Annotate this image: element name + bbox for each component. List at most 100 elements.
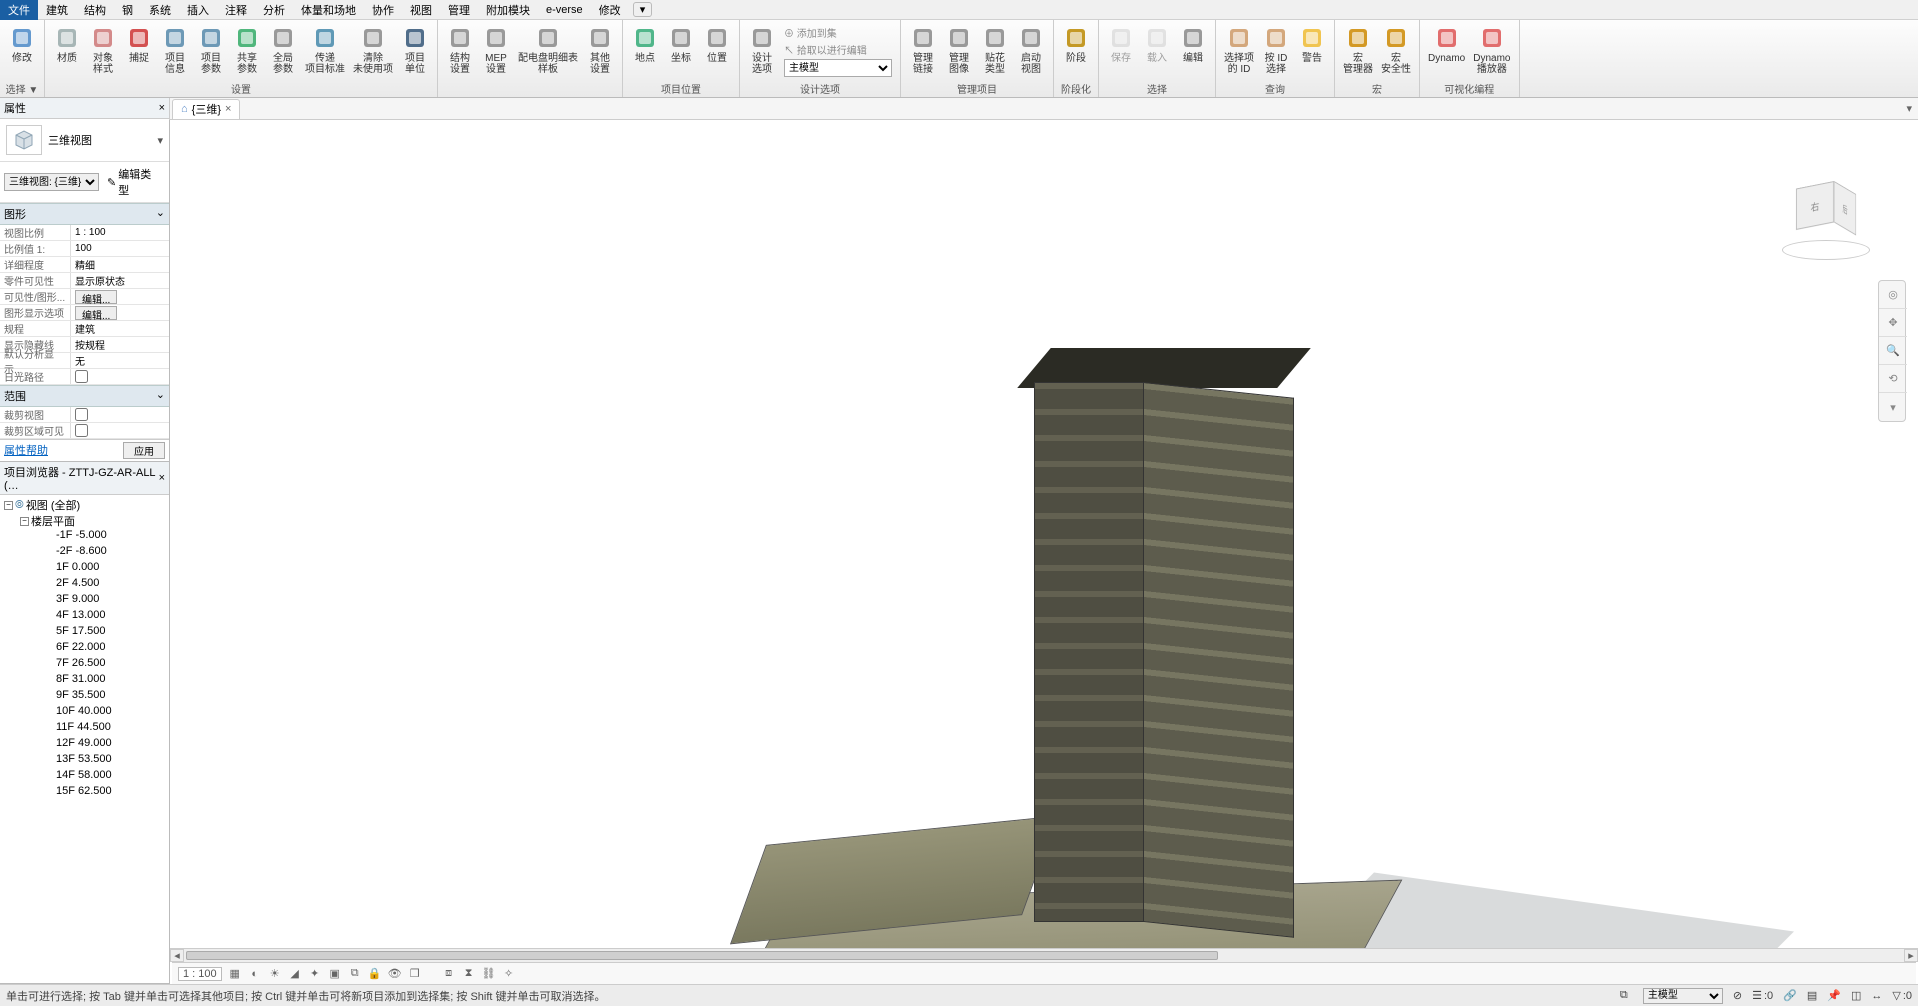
floor-plan-item[interactable]: 8F 31.000 xyxy=(20,673,165,689)
status-filter-link-icon[interactable]: 🔗 xyxy=(1783,989,1797,1002)
property-value[interactable]: 100 xyxy=(70,241,169,256)
menu-annotate[interactable]: 注释 xyxy=(217,0,255,20)
manage-links-button[interactable]: 管理链接 xyxy=(905,22,941,80)
edit-selection-button[interactable]: 编辑 xyxy=(1175,22,1211,80)
panel-schedule-button[interactable]: 配电盘明细表样板 xyxy=(514,22,582,95)
menu-addins[interactable]: 附加模块 xyxy=(478,0,538,20)
menu-everse[interactable]: e-verse xyxy=(538,2,591,18)
constraints-icon[interactable]: ⛓ xyxy=(482,967,496,981)
reveal-props-icon[interactable]: ✧ xyxy=(502,967,516,981)
property-value[interactable]: 编辑... xyxy=(70,289,169,304)
menu-view[interactable]: 视图 xyxy=(402,0,440,20)
menu-modify[interactable]: 修改 xyxy=(591,0,629,20)
ids-of-selection-button[interactable]: 选择项的 ID xyxy=(1220,22,1258,80)
view-tabs-overflow[interactable]: ▾ xyxy=(1900,102,1918,115)
property-value[interactable] xyxy=(70,423,169,438)
status-filter-drag-icon[interactable]: ↔ xyxy=(1871,990,1882,1002)
mep-settings-button[interactable]: MEP设置 xyxy=(478,22,514,95)
properties-apply-button[interactable]: 应用 xyxy=(123,442,165,459)
nav-pan-icon[interactable]: ✥ xyxy=(1879,309,1907,337)
floor-plan-item[interactable]: 4F 13.000 xyxy=(20,609,165,625)
design-options-button[interactable]: 设计选项 xyxy=(744,22,780,80)
section-graphics[interactable]: 图形⌄ xyxy=(0,203,169,225)
floor-plan-item[interactable]: 7F 26.500 xyxy=(20,657,165,673)
crop-region-icon[interactable]: ⧉ xyxy=(348,967,362,981)
status-exclude-icon[interactable]: ⊘ xyxy=(1733,989,1742,1002)
manage-images-button[interactable]: 管理图像 xyxy=(941,22,977,80)
menu-insert[interactable]: 插入 xyxy=(179,0,217,20)
property-edit-button[interactable]: 编辑... xyxy=(75,306,117,320)
tree-root-label[interactable]: 视图 (全部) xyxy=(26,497,80,513)
view-instance-select[interactable]: 三维视图: {三维} xyxy=(4,173,99,191)
view-tab-close[interactable]: × xyxy=(225,103,231,115)
worksharing-icon[interactable]: ⧈ xyxy=(442,967,456,981)
scroll-right-icon[interactable]: ▸ xyxy=(1904,949,1918,962)
menu-steel[interactable]: 钢 xyxy=(114,0,141,20)
project-params-button[interactable]: 项目参数 xyxy=(193,22,229,80)
visual-style-icon[interactable]: ◐ xyxy=(248,967,262,981)
nav-wheel-icon[interactable]: ◎ xyxy=(1879,281,1907,309)
sun-path-icon[interactable]: ☀ xyxy=(268,967,282,981)
menu-structure[interactable]: 结构 xyxy=(76,0,114,20)
rendering-icon[interactable]: ✦ xyxy=(308,967,322,981)
property-checkbox[interactable] xyxy=(75,424,88,437)
menu-architecture[interactable]: 建筑 xyxy=(38,0,76,20)
property-edit-button[interactable]: 编辑... xyxy=(75,290,117,304)
floor-plan-item[interactable]: 10F 40.000 xyxy=(20,705,165,721)
object-styles-button[interactable]: 对象样式 xyxy=(85,22,121,80)
type-dropdown-icon[interactable]: ▾ xyxy=(157,134,163,147)
viewcube-compass[interactable] xyxy=(1782,240,1870,260)
chevron-down-icon[interactable]: ▾ xyxy=(1879,393,1907,421)
arrow-cursor-button[interactable]: 修改 xyxy=(4,22,40,80)
floor-plan-item[interactable]: 1F 0.000 xyxy=(20,561,165,577)
view-scale[interactable]: 1 : 100 xyxy=(178,967,222,981)
menu-analyze[interactable]: 分析 xyxy=(255,0,293,20)
viewcube-front[interactable]: 右 xyxy=(1796,181,1834,230)
property-checkbox[interactable] xyxy=(75,370,88,383)
warnings-button[interactable]: 警告 xyxy=(1294,22,1330,80)
menu-file[interactable]: 文件 xyxy=(0,0,38,20)
menu-massing-site[interactable]: 体量和场地 xyxy=(293,0,364,20)
design-option-select[interactable]: 主模型 xyxy=(784,59,892,77)
tree-toggle-floorplans[interactable]: − xyxy=(20,517,29,526)
starting-view-button[interactable]: 启动视图 xyxy=(1013,22,1049,80)
floor-plan-item[interactable]: 15F 62.500 xyxy=(20,785,165,801)
dynamo-player-button[interactable]: Dynamo播放器 xyxy=(1469,22,1514,80)
floor-plan-item[interactable]: 11F 44.500 xyxy=(20,721,165,737)
floor-plan-item[interactable]: 9F 35.500 xyxy=(20,689,165,705)
status-workset[interactable]: ⧉ xyxy=(1620,989,1633,1002)
floor-plan-item[interactable]: 14F 58.000 xyxy=(20,769,165,785)
property-value[interactable]: 精细 xyxy=(70,257,169,272)
additional-settings-button[interactable]: 其他设置 xyxy=(582,22,618,95)
floor-plan-item[interactable]: 3F 9.000 xyxy=(20,593,165,609)
property-value[interactable] xyxy=(70,369,169,384)
property-value[interactable]: 无 xyxy=(70,353,169,368)
select-by-id-button[interactable]: 按 ID选择 xyxy=(1258,22,1294,80)
property-checkbox[interactable] xyxy=(75,408,88,421)
type-selector[interactable]: 三维视图 ▾ xyxy=(0,119,169,162)
floor-plan-item[interactable]: 5F 17.500 xyxy=(20,625,165,641)
edit-type-button[interactable]: ✎ 编辑类型 xyxy=(103,164,165,200)
position-button[interactable]: 位置 xyxy=(699,22,735,80)
units-button[interactable]: 项目单位 xyxy=(397,22,433,80)
dynamo-button[interactable]: Dynamo xyxy=(1424,22,1469,80)
browser-close[interactable]: × xyxy=(159,472,165,484)
nav-zoom-icon[interactable]: 🔍 xyxy=(1879,337,1907,365)
phases-button[interactable]: 阶段 xyxy=(1058,22,1094,80)
properties-help-link[interactable]: 属性帮助 xyxy=(4,442,48,459)
tree-floorplans-label[interactable]: 楼层平面 xyxy=(31,513,75,529)
menu-manage[interactable]: 管理 xyxy=(440,0,478,20)
property-value[interactable]: 建筑 xyxy=(70,321,169,336)
viewcube[interactable]: 右 后 xyxy=(1780,174,1872,266)
detail-level-icon[interactable]: ▦ xyxy=(228,967,242,981)
status-model-select[interactable]: 主模型 xyxy=(1643,988,1723,1004)
menu-systems[interactable]: 系统 xyxy=(141,0,179,20)
analytical-icon[interactable]: ⧗ xyxy=(462,967,476,981)
temp-hide-icon[interactable]: 👁 xyxy=(388,967,402,981)
menu-collaborate[interactable]: 协作 xyxy=(364,0,402,20)
property-value[interactable]: 编辑... xyxy=(70,305,169,320)
project-info-button[interactable]: 项目信息 xyxy=(157,22,193,80)
property-value[interactable] xyxy=(70,407,169,422)
property-value[interactable]: 显示原状态 xyxy=(70,273,169,288)
decal-types-button[interactable]: 贴花类型 xyxy=(977,22,1013,80)
